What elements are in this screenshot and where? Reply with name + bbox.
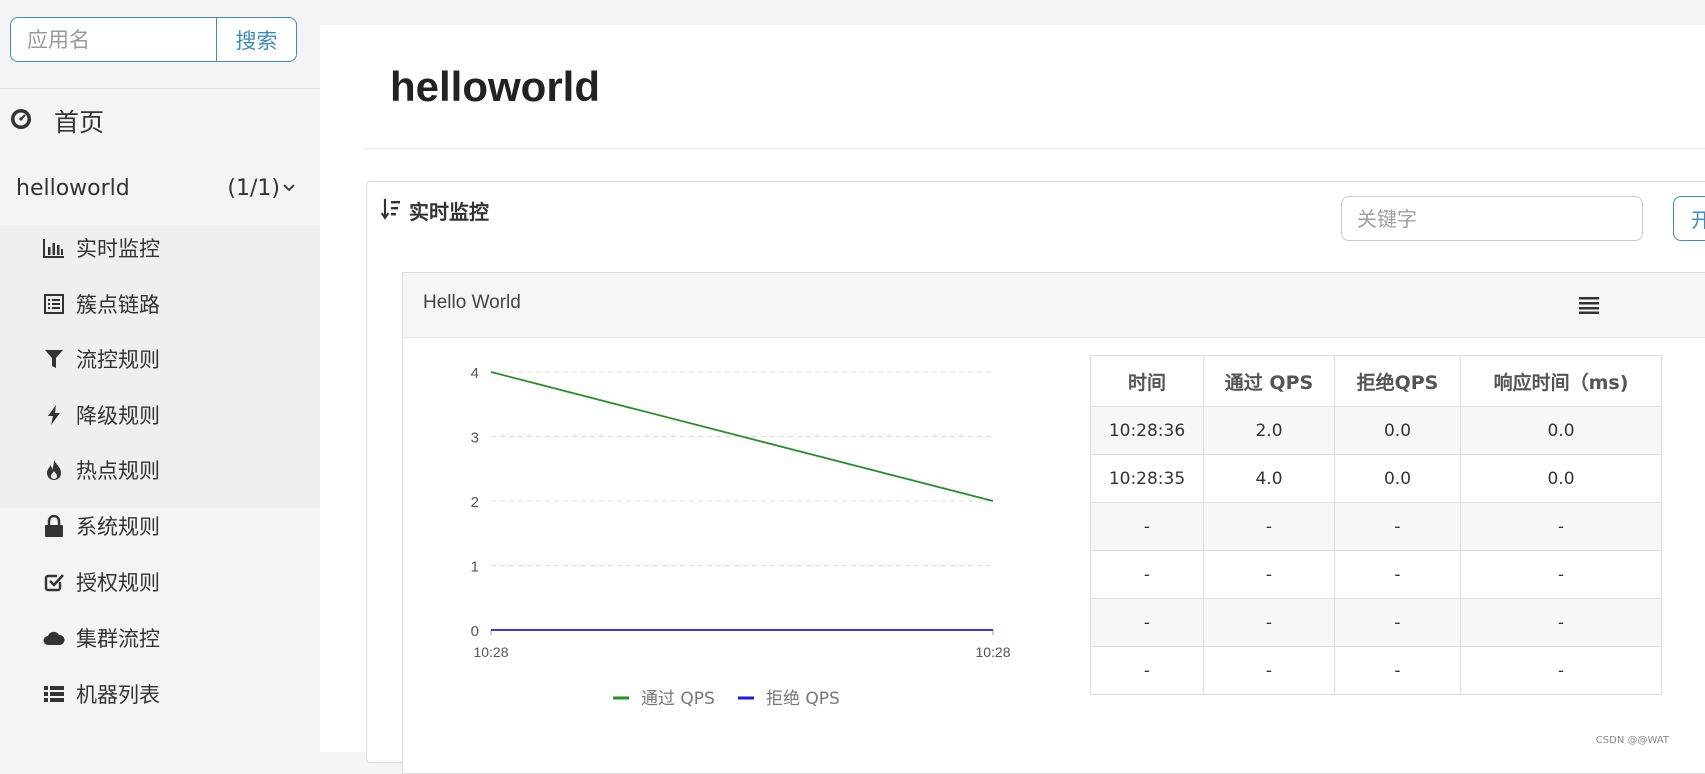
keyword-search-input[interactable] <box>1341 196 1643 241</box>
table-row: 10:28:36 2.0 0.0 0.0 <box>1090 406 1662 455</box>
menu-icon[interactable] <box>1579 296 1599 318</box>
x-tick-label: 10:28 <box>473 644 508 660</box>
sidebar-item-label: 实时监控 <box>76 237 160 261</box>
cell-time: - <box>1090 502 1204 551</box>
cell-rt: - <box>1460 646 1662 695</box>
resource-card: Hello World 0 1 2 3 4 10:28 10:28 通过 QPS 拒绝 QPS … <box>402 272 1705 774</box>
sort-icon <box>380 198 401 224</box>
title-divider <box>366 148 1705 149</box>
list-icon <box>42 292 66 316</box>
table-header-row: 时间 通过 QPS 拒绝QPS 响应时间（ms) <box>1090 355 1662 407</box>
legend-label-0: 通过 QPS <box>641 689 715 709</box>
sidebar-item-hotspot-rules[interactable]: 热点规则 <box>42 452 302 488</box>
col-time-header: 时间 <box>1090 355 1204 407</box>
check-square-icon <box>42 570 66 594</box>
cell-rt: 0.0 <box>1460 406 1662 455</box>
y-tick-label: 4 <box>471 365 479 382</box>
col-rt-header: 响应时间（ms) <box>1460 355 1662 407</box>
cell-block-qps: - <box>1334 598 1461 647</box>
cell-time: 10:28:36 <box>1090 406 1204 455</box>
chevron-down-icon <box>282 181 296 195</box>
main-content: helloworld 实时监控 开 Hello World 0 1 2 3 4 10:28… <box>320 25 1705 774</box>
page-title: helloworld <box>390 63 600 110</box>
y-tick-label: 3 <box>471 430 479 447</box>
sidebar-item-label: 系统规则 <box>76 515 160 539</box>
cell-time: 10:28:35 <box>1090 454 1204 503</box>
sidebar-item-label: 授权规则 <box>76 571 160 595</box>
app-search-input[interactable] <box>10 17 216 62</box>
legend-label-1: 拒绝 QPS <box>766 689 840 709</box>
cell-pass-qps: - <box>1203 502 1335 551</box>
dashboard-icon <box>9 107 33 135</box>
refresh-button[interactable]: 开 <box>1673 196 1705 241</box>
sidebar-item-realtime-monitor[interactable]: 实时监控 <box>42 230 302 266</box>
card-title: Hello World <box>423 292 521 313</box>
app-search: 搜索 <box>10 17 297 62</box>
app-name: helloworld <box>16 175 130 201</box>
cell-block-qps: 0.0 <box>1334 406 1461 455</box>
filter-icon <box>42 347 66 371</box>
cell-rt: - <box>1460 598 1662 647</box>
y-tick-label: 1 <box>471 559 479 576</box>
sidebar-item-cluster-flow[interactable]: 集群流控 <box>42 620 302 656</box>
lock-icon <box>42 514 66 538</box>
cell-rt: 0.0 <box>1460 454 1662 503</box>
cell-pass-qps: - <box>1203 646 1335 695</box>
list-icon <box>42 682 66 706</box>
x-tick-label: 10:28 <box>975 644 1010 660</box>
fire-icon <box>42 458 66 482</box>
metrics-table: 时间 通过 QPS 拒绝QPS 响应时间（ms) 10:28:36 2.0 0.… <box>1090 355 1662 695</box>
watermark: CSDN @@WAT <box>1595 735 1669 746</box>
cell-block-qps: - <box>1334 646 1461 695</box>
sidebar-item-home[interactable]: 首页 <box>9 100 104 142</box>
table-row: 10:28:35 4.0 0.0 0.0 <box>1090 454 1662 503</box>
cell-block-qps: 0.0 <box>1334 454 1461 503</box>
app-group-helloworld[interactable]: helloworld (1/1) <box>16 172 296 204</box>
table-row: - - - - <box>1090 502 1662 551</box>
sidebar-item-label: 集群流控 <box>76 627 160 651</box>
cell-pass-qps: - <box>1203 550 1335 599</box>
sidebar-item-system-rules[interactable]: 系统规则 <box>42 508 302 544</box>
col-pass-qps-header: 通过 QPS <box>1203 355 1335 407</box>
y-tick-label: 0 <box>471 623 479 640</box>
table-row: - - - - <box>1090 598 1662 647</box>
sidebar-item-label: 降级规则 <box>76 404 160 428</box>
sidebar-item-authority-rules[interactable]: 授权规则 <box>42 564 302 600</box>
sidebar-item-label: 流控规则 <box>76 348 160 372</box>
cell-block-qps: - <box>1334 550 1461 599</box>
cell-rt: - <box>1460 550 1662 599</box>
cell-rt: - <box>1460 502 1662 551</box>
cell-pass-qps: - <box>1203 598 1335 647</box>
y-tick-label: 2 <box>471 494 479 511</box>
sidebar-item-degrade-rules[interactable]: 降级规则 <box>42 397 302 433</box>
table-row: - - - - <box>1090 550 1662 599</box>
cell-pass-qps: 2.0 <box>1203 406 1335 455</box>
sidebar-item-label: 热点规则 <box>76 459 160 483</box>
col-block-qps-header: 拒绝QPS <box>1334 355 1461 407</box>
sidebar-item-label: 簇点链路 <box>76 293 160 317</box>
cell-block-qps: - <box>1334 502 1461 551</box>
bolt-icon <box>42 403 66 427</box>
sidebar-item-flow-rules[interactable]: 流控规则 <box>42 341 302 377</box>
card-header: Hello World <box>403 273 1705 338</box>
cell-time: - <box>1090 646 1204 695</box>
sidebar-item-label: 机器列表 <box>76 683 160 707</box>
sidebar-item-home-label: 首页 <box>54 108 105 137</box>
app-machine-count: (1/1) <box>227 175 280 201</box>
search-button[interactable]: 搜索 <box>216 17 297 62</box>
sidebar-divider <box>0 88 320 89</box>
cell-time: - <box>1090 598 1204 647</box>
table-row: - - - - <box>1090 646 1662 695</box>
cell-pass-qps: 4.0 <box>1203 454 1335 503</box>
sidebar: 搜索 首页 helloworld (1/1) 实时监控 簇点链路 <box>0 0 320 752</box>
sidebar-item-machine-list[interactable]: 机器列表 <box>42 676 302 712</box>
cloud-icon <box>42 626 66 650</box>
bar-chart-icon <box>42 236 66 260</box>
panel-header: 实时监控 <box>380 196 489 225</box>
realtime-monitor-panel: 实时监控 开 Hello World 0 1 2 3 4 10:28 10:28 通过 QPS… <box>366 181 1705 774</box>
panel-title: 实时监控 <box>409 200 489 224</box>
sidebar-item-cluster-node[interactable]: 簇点链路 <box>42 286 302 322</box>
cell-time: - <box>1090 550 1204 599</box>
qps-line-chart: 0 1 2 3 4 10:28 10:28 通过 QPS 拒绝 QPS <box>471 365 1011 709</box>
